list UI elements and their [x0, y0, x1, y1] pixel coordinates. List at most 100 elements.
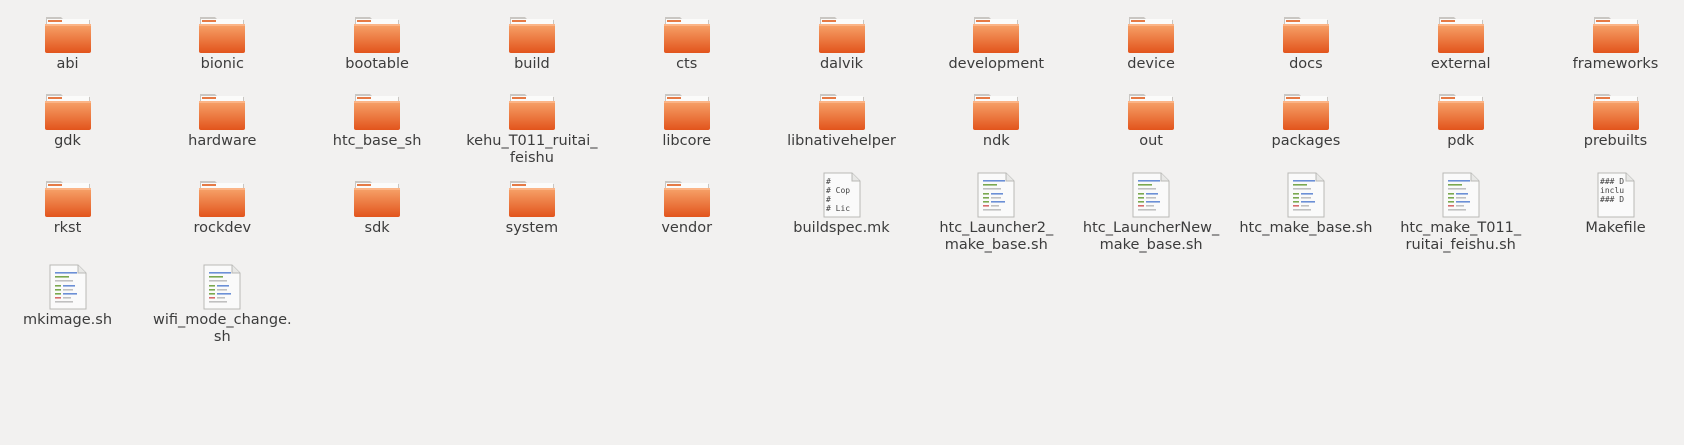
folder-item[interactable]: libnativehelper	[767, 85, 917, 150]
svg-text:### D: ### D	[1600, 177, 1624, 186]
item-label: development	[948, 56, 1045, 72]
text-file-icon: # # Cop # # Lic	[818, 172, 866, 218]
script-file-icon	[972, 172, 1020, 218]
folder-icon	[508, 85, 556, 131]
script-file-icon	[198, 264, 246, 310]
folder-item[interactable]: external	[1386, 8, 1536, 73]
item-label: htc_make_base.sh	[1239, 220, 1373, 236]
item-label: bootable	[345, 56, 409, 72]
svg-text:#: #	[826, 195, 831, 204]
item-label: ndk	[982, 133, 1010, 149]
folder-item[interactable]: bionic	[147, 8, 297, 73]
item-label: external	[1430, 56, 1491, 72]
folder-icon	[508, 8, 556, 54]
svg-text:# Cop: # Cop	[826, 186, 850, 195]
folder-item[interactable]: bootable	[302, 8, 452, 73]
folder-icon	[44, 85, 92, 131]
folder-icon	[198, 172, 246, 218]
folder-item[interactable]: ndk	[921, 85, 1071, 150]
folder-item[interactable]: vendor	[612, 172, 762, 237]
folder-item[interactable]: device	[1076, 8, 1226, 73]
file-item[interactable]: ### Dinclu ### D Makefile	[1541, 172, 1684, 237]
folder-icon	[1127, 85, 1175, 131]
folder-icon	[508, 172, 556, 218]
item-label: gdk	[54, 133, 81, 149]
folder-item[interactable]: hardware	[147, 85, 297, 150]
folder-item[interactable]: cts	[612, 8, 762, 73]
file-item[interactable]: wifi_mode_change. sh	[147, 264, 297, 346]
folder-icon	[818, 85, 866, 131]
folder-icon	[818, 8, 866, 54]
item-label: prebuilts	[1583, 133, 1648, 149]
item-label: vendor	[661, 220, 713, 236]
folder-item[interactable]: kehu_T011_ruitai_ feishu	[457, 85, 607, 167]
item-label: rockdev	[193, 220, 252, 236]
item-label: htc_base_sh	[332, 133, 422, 149]
item-label: bionic	[200, 56, 244, 72]
item-label: libnativehelper	[787, 133, 896, 149]
item-label: build	[514, 56, 550, 72]
script-file-icon	[44, 264, 92, 310]
folder-icon	[198, 85, 246, 131]
item-label: htc_Launcher2_ make_base.sh	[939, 220, 1054, 253]
folder-icon	[1282, 8, 1330, 54]
item-label: cts	[676, 56, 698, 72]
folder-item[interactable]: dalvik	[767, 8, 917, 73]
svg-text:inclu: inclu	[1600, 186, 1624, 195]
folder-icon	[1437, 8, 1485, 54]
folder-item[interactable]: gdk	[0, 85, 143, 150]
folder-item[interactable]: system	[457, 172, 607, 237]
file-item[interactable]: htc_LauncherNew_ make_base.sh	[1076, 172, 1226, 254]
folder-icon	[663, 85, 711, 131]
item-label: packages	[1271, 133, 1341, 149]
item-label: device	[1127, 56, 1175, 72]
folder-item[interactable]: docs	[1231, 8, 1381, 73]
folder-item[interactable]: rockdev	[147, 172, 297, 237]
item-label: buildspec.mk	[793, 220, 890, 236]
item-label: htc_LauncherNew_ make_base.sh	[1082, 220, 1220, 253]
text-file-icon: ### Dinclu ### D	[1592, 172, 1640, 218]
folder-icon	[1127, 8, 1175, 54]
folder-icon	[44, 8, 92, 54]
file-item[interactable]: htc_Launcher2_ make_base.sh	[921, 172, 1071, 254]
file-item[interactable]: htc_make_base.sh	[1231, 172, 1381, 237]
script-file-icon	[1127, 172, 1175, 218]
item-label: Makefile	[1585, 220, 1646, 236]
folder-item[interactable]: out	[1076, 85, 1226, 150]
folder-item[interactable]: libcore	[612, 85, 762, 150]
item-label: kehu_T011_ruitai_ feishu	[466, 133, 598, 166]
folder-icon	[663, 172, 711, 218]
item-label: frameworks	[1572, 56, 1659, 72]
item-label: rkst	[53, 220, 82, 236]
folder-item[interactable]: frameworks	[1541, 8, 1684, 73]
folder-icon	[353, 172, 401, 218]
item-label: system	[505, 220, 559, 236]
folder-item[interactable]: sdk	[302, 172, 452, 237]
item-label: wifi_mode_change. sh	[152, 312, 292, 345]
folder-item[interactable]: packages	[1231, 85, 1381, 150]
folder-icon	[1282, 85, 1330, 131]
folder-icon	[198, 8, 246, 54]
file-item[interactable]: htc_make_T011_ ruitai_feishu.sh	[1386, 172, 1536, 254]
file-icon-grid: abi bionic bootable build cts dalvik developme…	[0, 0, 1684, 445]
script-file-icon	[1437, 172, 1485, 218]
folder-item[interactable]: htc_base_sh	[302, 85, 452, 150]
folder-item[interactable]: rkst	[0, 172, 143, 237]
folder-item[interactable]: build	[457, 8, 607, 73]
file-item[interactable]: mkimage.sh	[0, 264, 143, 329]
item-label: htc_make_T011_ ruitai_feishu.sh	[1400, 220, 1522, 253]
item-label: out	[1139, 133, 1163, 149]
item-label: pdk	[1447, 133, 1475, 149]
item-label: hardware	[188, 133, 257, 149]
file-item[interactable]: # # Cop # # Lic buildspec.mk	[767, 172, 917, 237]
script-file-icon	[1282, 172, 1330, 218]
folder-icon	[972, 85, 1020, 131]
folder-item[interactable]: prebuilts	[1541, 85, 1684, 150]
svg-text:#: #	[826, 177, 831, 186]
folder-item[interactable]: development	[921, 8, 1071, 73]
folder-item[interactable]: abi	[0, 8, 143, 73]
folder-item[interactable]: pdk	[1386, 85, 1536, 150]
folder-icon	[353, 8, 401, 54]
item-label: dalvik	[819, 56, 864, 72]
folder-icon	[663, 8, 711, 54]
